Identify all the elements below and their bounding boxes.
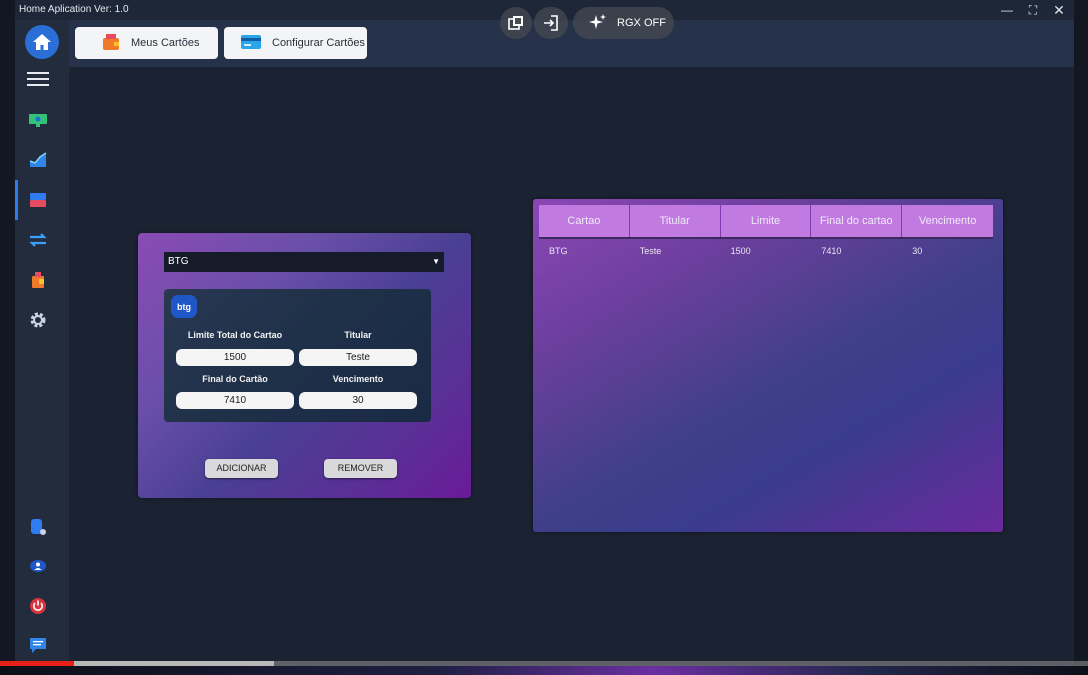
vencimento-field[interactable]: 30: [299, 392, 417, 409]
column-header-titular[interactable]: Titular: [629, 205, 721, 237]
final-label: Final do Cartão: [202, 374, 268, 384]
remover-button[interactable]: REMOVER: [324, 459, 397, 478]
bank-select[interactable]: BTG ▼: [164, 252, 444, 272]
adicionar-button[interactable]: ADICIONAR: [205, 459, 278, 478]
rgx-label: RGX OFF: [617, 17, 666, 29]
limite-field[interactable]: 1500: [176, 349, 294, 366]
table-cell: Teste: [639, 246, 662, 256]
top-bar: Meus Cartões Configurar Cartões: [69, 20, 1074, 67]
card-icon[interactable]: [26, 188, 50, 212]
header-divider: [539, 237, 993, 239]
wallet-icon: [102, 33, 120, 54]
window-title: Home Aplication Ver: 1.0: [19, 4, 129, 15]
column-header-vencimento[interactable]: Vencimento: [902, 205, 993, 237]
home-icon[interactable]: [25, 25, 59, 59]
power-icon[interactable]: [26, 594, 50, 618]
close-icon[interactable]: ✕: [1050, 1, 1068, 19]
menu-icon[interactable]: [26, 67, 50, 91]
btg-logo: btg: [171, 295, 197, 318]
video-frame-strip: [0, 666, 1088, 675]
configurar-cartoes-label: Configurar Cartões: [272, 37, 365, 49]
wallet-icon[interactable]: [26, 268, 50, 292]
chat-icon[interactable]: [26, 634, 50, 658]
column-header-limite[interactable]: Limite: [720, 205, 812, 237]
table-header: Cartao Titular Limite Final do cartao Ve…: [539, 205, 993, 237]
table-cell: 7410: [821, 246, 842, 256]
card-form-panel: BTG ▼ btg Limite Total do Cartao Titular…: [138, 233, 471, 498]
meus-cartoes-label: Meus Cartões: [131, 37, 200, 49]
maximize-icon[interactable]: ⛶: [1024, 1, 1042, 19]
app-window: Home Aplication Ver: 1.0 — ⛶ ✕ Meus Cart…: [15, 0, 1074, 667]
bank-select-value: BTG: [168, 256, 189, 267]
rgx-toggle-button[interactable]: RGX OFF: [573, 7, 674, 39]
table-cell: 1500: [730, 246, 751, 256]
sidebar: [15, 20, 69, 667]
column-header-cartao[interactable]: Cartao: [539, 205, 630, 237]
table-row[interactable]: BTG Teste 1500 7410 30: [539, 243, 993, 259]
user-icon[interactable]: [26, 554, 50, 578]
money-icon[interactable]: [26, 108, 50, 132]
titular-label: Titular: [344, 330, 372, 340]
chevron-down-icon: ▼: [432, 257, 440, 266]
sidebar-active-indicator: [15, 180, 18, 220]
vencimento-label: Vencimento: [332, 374, 384, 384]
transfer-icon[interactable]: [26, 228, 50, 252]
configurar-cartoes-button[interactable]: Configurar Cartões: [224, 27, 367, 59]
table-cell: 30: [912, 246, 923, 256]
table-cell: BTG: [549, 246, 568, 256]
screen: Home Aplication Ver: 1.0 — ⛶ ✕ Meus Cart…: [0, 0, 1088, 675]
chart-icon[interactable]: [26, 148, 50, 172]
picture-in-picture-icon[interactable]: [500, 7, 532, 39]
meus-cartoes-button[interactable]: Meus Cartões: [75, 27, 218, 59]
column-header-final[interactable]: Final do cartao: [811, 205, 903, 237]
titular-field[interactable]: Teste: [299, 349, 417, 366]
card-icon: [241, 34, 261, 52]
cards-table-panel: Cartao Titular Limite Final do cartao Ve…: [533, 199, 1003, 532]
final-field[interactable]: 7410: [176, 392, 294, 409]
database-settings-icon[interactable]: [26, 515, 50, 539]
limite-label: Limite Total do Cartao: [187, 330, 283, 340]
btg-logo-text: btg: [177, 301, 191, 312]
enter-icon[interactable]: [534, 7, 568, 39]
card-details-panel: btg Limite Total do Cartao Titular 1500 …: [164, 289, 431, 422]
gear-icon[interactable]: [26, 308, 50, 332]
sparkle-icon: [589, 13, 607, 34]
minimize-icon[interactable]: —: [998, 1, 1016, 19]
